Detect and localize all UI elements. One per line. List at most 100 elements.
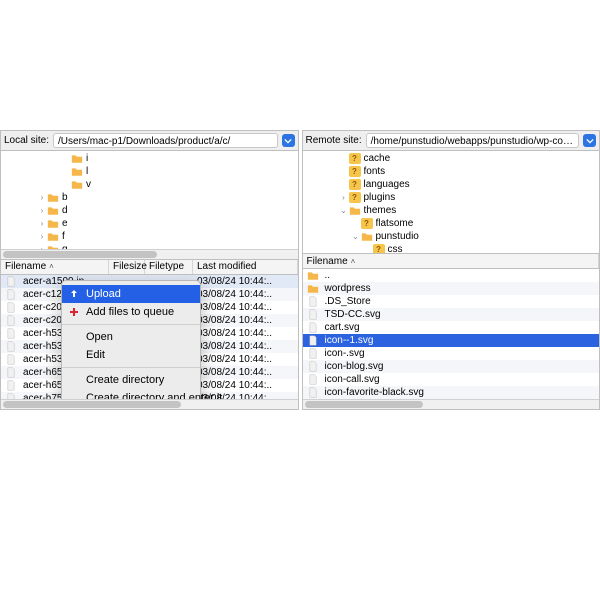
file-row[interactable]: TSD-CC.svg [303, 308, 600, 321]
file-modified: 03/08/24 10:44:.. [193, 340, 298, 353]
col-filesize[interactable]: Filesize [109, 260, 145, 274]
expander-closed-icon[interactable]: › [37, 204, 47, 217]
file-row[interactable]: icon-favorite-black.svg [303, 386, 600, 399]
tree-item[interactable]: l [1, 165, 298, 178]
file-name: icon-call.svg [325, 373, 380, 386]
context-menu[interactable]: UploadAdd files to queue OpenEdit Create d… [61, 280, 201, 399]
file-icon [307, 374, 319, 385]
menu-item-label: Create directory [86, 374, 164, 386]
remote-pathbar: Remote site: /home/punstudio/webapps/pun… [303, 131, 600, 151]
file-row[interactable]: icon--1.svg [303, 334, 600, 347]
file-row[interactable]: wordpress [303, 282, 600, 295]
file-row[interactable]: icon-call.svg [303, 373, 600, 386]
remote-file-list[interactable]: ..wordpress.DS_StoreTSD-CC.svgcart.svgic… [303, 269, 600, 399]
tree-item-label: punstudio [376, 230, 600, 243]
remote-path-input[interactable]: /home/punstudio/webapps/punstudio/wp-con… [366, 133, 579, 148]
tree-item[interactable]: v [1, 178, 298, 191]
folder-icon [71, 166, 83, 177]
tree-item[interactable]: ?languages [303, 178, 600, 191]
unknown-folder-icon: ? [373, 244, 385, 253]
add-to-queue-icon [68, 306, 80, 318]
folder-icon [47, 192, 59, 203]
remote-list-scrollbar[interactable] [303, 399, 600, 409]
file-icon [307, 335, 319, 346]
tree-item-label: v [86, 178, 298, 191]
sort-asc-icon: ˄ [49, 262, 54, 271]
scrollbar-thumb[interactable] [305, 401, 424, 408]
local-path-input[interactable]: /Users/mac-p1/Downloads/product/a/c/ [53, 133, 277, 148]
file-row[interactable]: cart.svg [303, 321, 600, 334]
unknown-folder-icon: ? [349, 166, 361, 177]
file-icon [5, 341, 17, 352]
menu-item-add-files-to-queue[interactable]: Add files to queue [62, 303, 200, 321]
file-icon [307, 296, 319, 307]
expander-open-icon[interactable]: ⌄ [339, 204, 349, 217]
folder-icon [71, 179, 83, 190]
file-modified: 03/08/24 10:44:.. [193, 314, 298, 327]
unknown-folder-icon: ? [361, 218, 373, 229]
folder-icon [47, 218, 59, 229]
folder-icon [47, 205, 59, 216]
menu-item-create-directory-and-enter-it[interactable]: Create directory and enter it [62, 389, 200, 399]
local-tree-scrollbar[interactable] [1, 249, 298, 259]
tree-item[interactable]: ›d [1, 204, 298, 217]
scrollbar-thumb[interactable] [3, 251, 157, 258]
local-path-dropdown-button[interactable] [282, 134, 295, 147]
menu-item-upload[interactable]: Upload [62, 285, 200, 303]
file-name: icon-.svg [325, 347, 365, 360]
tree-item-label: l [86, 165, 298, 178]
local-list-scrollbar[interactable] [1, 399, 298, 409]
file-row[interactable]: icon-blog.svg [303, 360, 600, 373]
file-row[interactable]: .. [303, 269, 600, 282]
col-filetype[interactable]: Filetype [145, 260, 193, 274]
file-modified: 03/08/24 10:44:.. [193, 366, 298, 379]
local-tree[interactable]: ilv›b›d›e›f›g [1, 151, 298, 249]
remote-path-dropdown-button[interactable] [583, 134, 596, 147]
col-filename[interactable]: Filename˄ [303, 254, 600, 268]
expander-open-icon[interactable]: ⌄ [351, 230, 361, 243]
tree-item-label: themes [364, 204, 600, 217]
tree-item[interactable]: ?css [303, 243, 600, 253]
menu-item-open[interactable]: Open [62, 328, 200, 346]
file-row[interactable]: icon-.svg [303, 347, 600, 360]
tree-item[interactable]: ?fonts [303, 165, 600, 178]
menu-item-edit[interactable]: Edit [62, 346, 200, 364]
expander-closed-icon[interactable]: › [37, 191, 47, 204]
file-modified: 03/08/24 10:44:.. [193, 288, 298, 301]
file-row[interactable]: .DS_Store [303, 295, 600, 308]
tree-item-label: css [388, 243, 600, 253]
local-pane: Local site: /Users/mac-p1/Downloads/prod… [0, 130, 299, 410]
local-file-list[interactable]: acer-a1500.jp03/08/24 10:44:..acer-c120.… [1, 275, 298, 399]
tree-item-label: e [62, 217, 298, 230]
tree-item[interactable]: ⌄ themes [303, 204, 600, 217]
chevron-down-icon [586, 137, 594, 145]
menu-item-create-directory[interactable]: Create directory [62, 371, 200, 389]
tree-item[interactable]: ›b [1, 191, 298, 204]
unknown-folder-icon: ? [349, 153, 361, 164]
expander-closed-icon[interactable]: › [37, 230, 47, 243]
file-name: wordpress [325, 282, 371, 295]
tree-item[interactable]: i [1, 152, 298, 165]
scrollbar-thumb[interactable] [3, 401, 181, 408]
remote-tree[interactable]: ?cache?fonts?languages›?plugins⌄themes?f… [303, 151, 600, 253]
tree-item[interactable]: ›?plugins [303, 191, 600, 204]
local-list-header: Filename˄ Filesize Filetype Last modifie… [1, 259, 298, 275]
tree-item[interactable]: ›e [1, 217, 298, 230]
expander-closed-icon[interactable]: › [339, 191, 349, 204]
file-icon [307, 322, 319, 333]
local-path-label: Local site: [4, 135, 49, 146]
file-modified: 03/08/24 10:44:.. [193, 353, 298, 366]
col-filename[interactable]: Filename˄ [1, 260, 109, 274]
tree-item-label: i [86, 152, 298, 165]
expander-closed-icon[interactable]: › [37, 217, 47, 230]
menu-separator [62, 367, 200, 368]
tree-item[interactable]: ›f [1, 230, 298, 243]
col-lastmodified[interactable]: Last modified [193, 260, 298, 274]
folder-icon [349, 205, 361, 216]
tree-item[interactable]: ⌄ punstudio [303, 230, 600, 243]
chevron-down-icon [284, 137, 292, 145]
tree-item[interactable]: ?cache [303, 152, 600, 165]
tree-item[interactable]: ?flatsome [303, 217, 600, 230]
remote-pane: Remote site: /home/punstudio/webapps/pun… [302, 130, 600, 410]
folder-icon [361, 231, 373, 242]
